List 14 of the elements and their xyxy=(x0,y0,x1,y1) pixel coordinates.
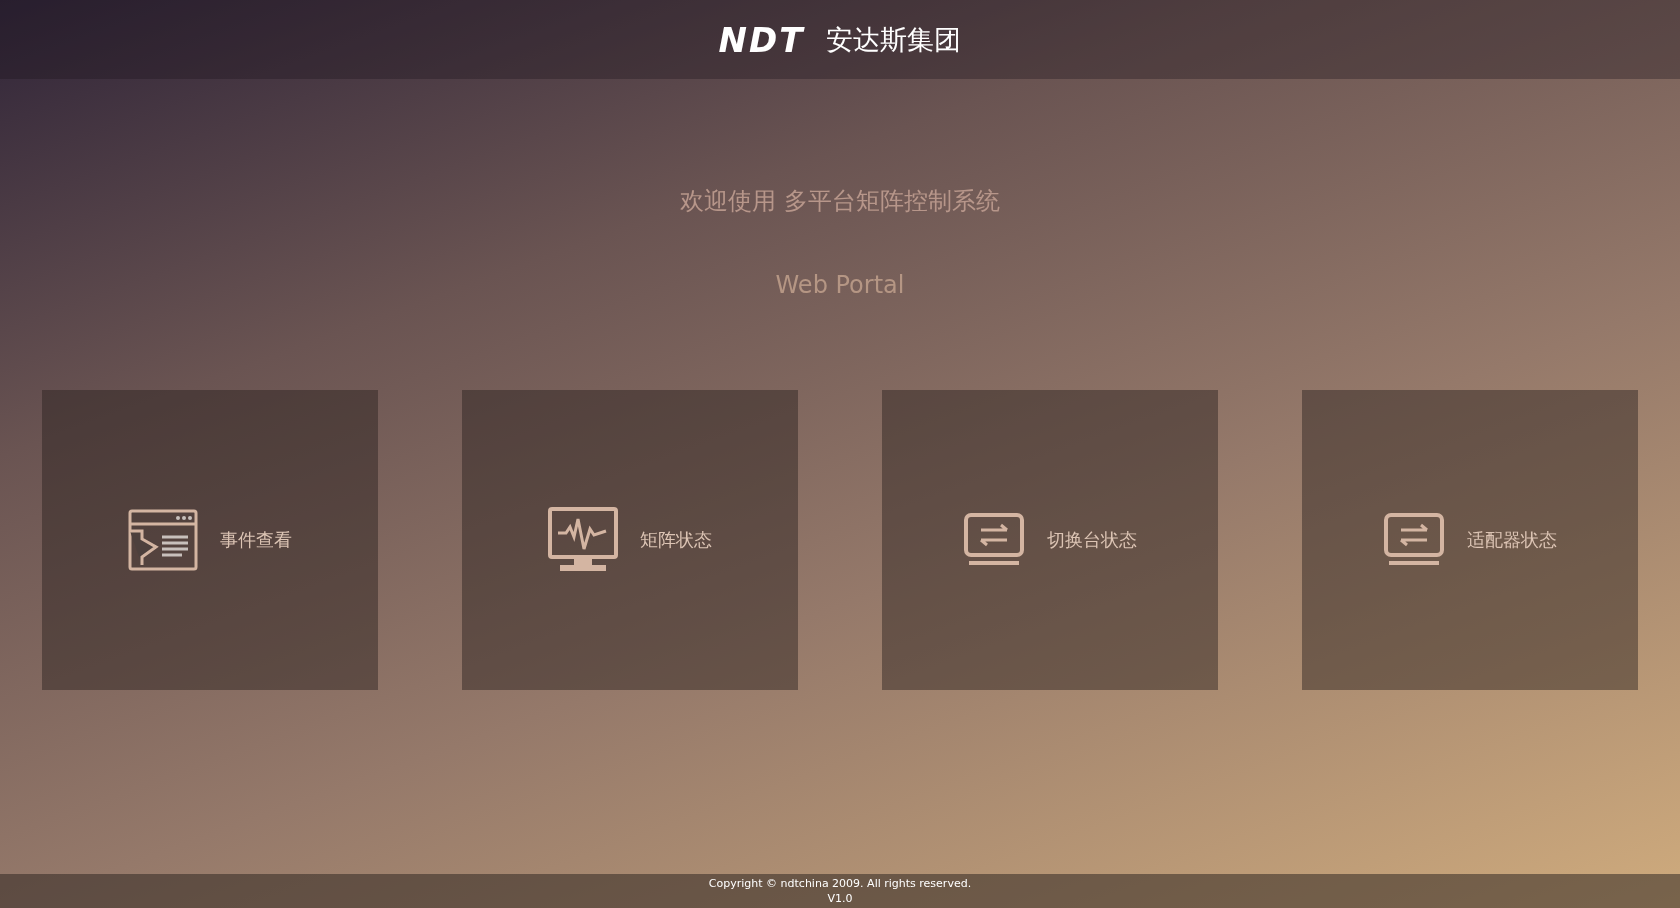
menu-tile[interactable]: 切换台状态 xyxy=(882,390,1218,690)
swap-screen-icon xyxy=(963,512,1025,568)
swap-screen-icon xyxy=(1383,512,1445,568)
welcome-heading: 欢迎使用 多平台矩阵控制系统 xyxy=(680,186,1000,217)
portal-subtitle: Web Portal xyxy=(775,271,905,299)
copyright-text: Copyright © ndtchina 2009. All rights reserved. xyxy=(708,876,972,891)
menu-tile[interactable]: 矩阵状态 xyxy=(462,390,798,690)
company-name: 安达斯集团 xyxy=(826,22,962,57)
company-logo: NDT xyxy=(718,19,805,60)
document-list-icon xyxy=(128,509,198,571)
menu-tile[interactable]: 事件查看 xyxy=(42,390,378,690)
monitor-pulse-icon xyxy=(548,507,618,573)
menu-tile[interactable]: 适配器状态 xyxy=(1302,390,1638,690)
version-text: V1.0 xyxy=(827,891,853,906)
